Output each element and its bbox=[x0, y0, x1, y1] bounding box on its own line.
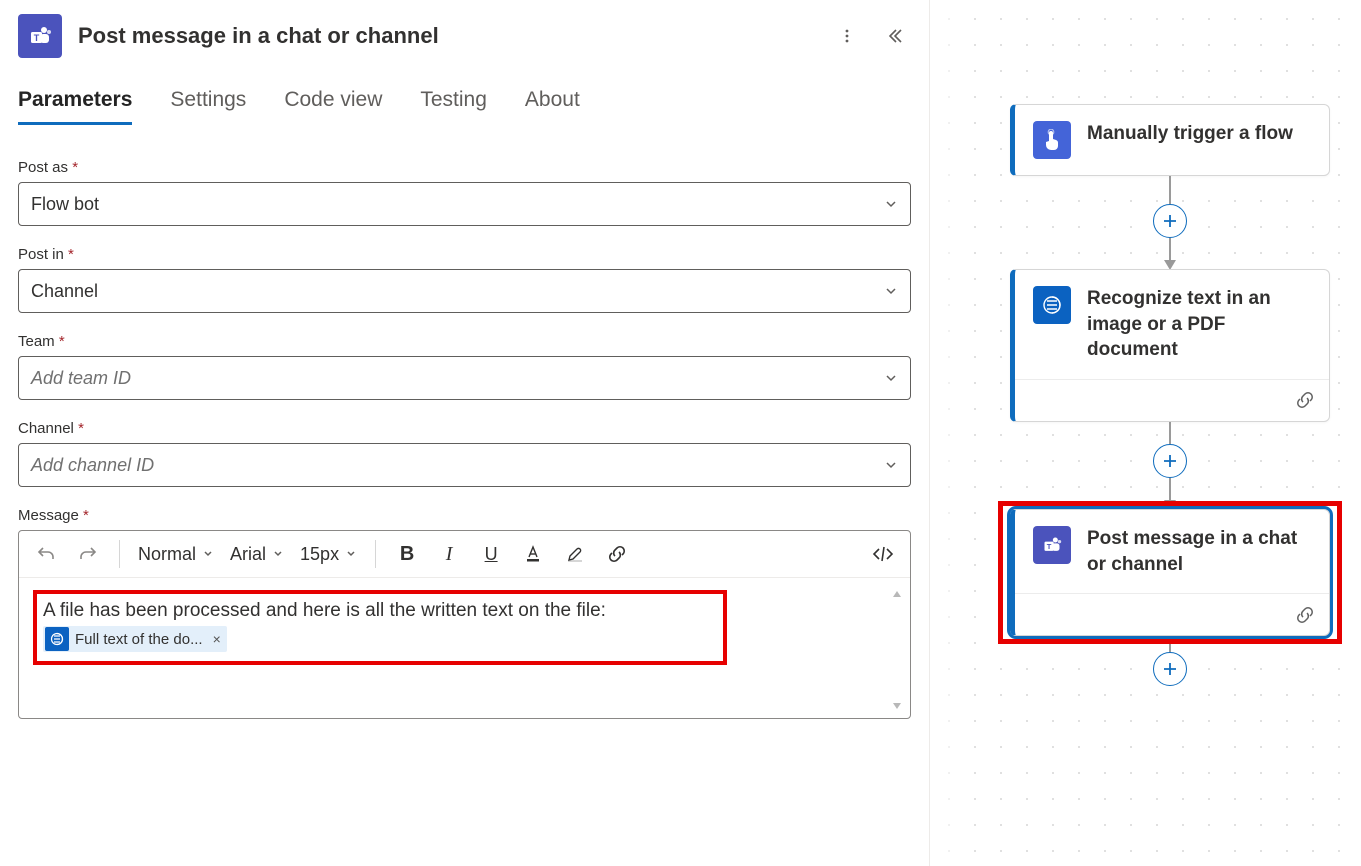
select-value: Flow bot bbox=[31, 194, 99, 215]
panel-header: T Post message in a chat or channel bbox=[18, 14, 911, 58]
code-view-button[interactable] bbox=[866, 537, 900, 571]
tab-code-view[interactable]: Code view bbox=[284, 88, 382, 125]
tab-about[interactable]: About bbox=[525, 88, 580, 125]
format-dropdown[interactable]: Normal bbox=[134, 540, 218, 569]
teams-icon: T bbox=[18, 14, 62, 58]
field-label: Channel * bbox=[18, 420, 911, 437]
field-team: Team * Add team ID bbox=[18, 333, 911, 400]
post-as-select[interactable]: Flow bot bbox=[18, 182, 911, 226]
select-placeholder: Add channel ID bbox=[31, 455, 154, 476]
underline-button[interactable]: U bbox=[474, 537, 508, 571]
post-in-select[interactable]: Channel bbox=[18, 269, 911, 313]
field-label: Team * bbox=[18, 333, 911, 350]
editor-text: A file has been processed and here is al… bbox=[43, 600, 717, 622]
scrollbar[interactable] bbox=[890, 588, 904, 712]
field-label: Message * bbox=[18, 507, 911, 524]
select-placeholder: Add team ID bbox=[31, 368, 131, 389]
add-step-button[interactable] bbox=[1153, 204, 1187, 238]
flow-column: Manually trigger a flow Recognize text i… bbox=[1010, 104, 1330, 686]
font-color-button[interactable] bbox=[516, 537, 550, 571]
dynamic-content-token[interactable]: Full text of the do... × bbox=[43, 626, 227, 652]
config-tabs: Parameters Settings Code view Testing Ab… bbox=[18, 88, 911, 125]
add-step-button[interactable] bbox=[1153, 652, 1187, 686]
node-title: Recognize text in an image or a PDF docu… bbox=[1087, 286, 1311, 363]
link-button[interactable] bbox=[600, 537, 634, 571]
add-step-button[interactable] bbox=[1153, 444, 1187, 478]
link-icon bbox=[1295, 605, 1315, 625]
redo-button[interactable] bbox=[71, 537, 105, 571]
tab-settings[interactable]: Settings bbox=[170, 88, 246, 125]
undo-button[interactable] bbox=[29, 537, 63, 571]
channel-select[interactable]: Add channel ID bbox=[18, 443, 911, 487]
collapse-panel-button[interactable] bbox=[879, 20, 911, 52]
ai-icon bbox=[45, 627, 69, 651]
link-icon bbox=[1295, 390, 1315, 410]
field-message: Message * Normal Arial 15px B I U bbox=[18, 507, 911, 719]
tap-icon bbox=[1033, 121, 1071, 159]
ai-icon bbox=[1033, 286, 1071, 324]
editor-toolbar: Normal Arial 15px B I U bbox=[19, 531, 910, 578]
field-channel: Channel * Add channel ID bbox=[18, 420, 911, 487]
italic-button[interactable]: I bbox=[432, 537, 466, 571]
more-menu-button[interactable] bbox=[831, 20, 863, 52]
field-label: Post in * bbox=[18, 246, 911, 263]
size-dropdown[interactable]: 15px bbox=[296, 540, 361, 569]
token-remove[interactable]: × bbox=[213, 631, 221, 647]
panel-title: Post message in a chat or channel bbox=[78, 23, 815, 49]
highlight-button[interactable] bbox=[558, 537, 592, 571]
chevron-down-icon bbox=[884, 284, 898, 298]
font-dropdown[interactable]: Arial bbox=[226, 540, 288, 569]
bold-button[interactable]: B bbox=[390, 537, 424, 571]
node-title: Post message in a chat or channel bbox=[1087, 526, 1311, 577]
flow-node-post-message[interactable]: T Post message in a chat or channel bbox=[1010, 509, 1330, 636]
flow-canvas[interactable]: Manually trigger a flow Recognize text i… bbox=[930, 0, 1361, 866]
field-label: Post as * bbox=[18, 159, 911, 176]
flow-node-trigger[interactable]: Manually trigger a flow bbox=[1010, 104, 1330, 176]
node-title: Manually trigger a flow bbox=[1087, 121, 1293, 159]
teams-icon: T bbox=[1033, 526, 1071, 564]
highlighted-content: A file has been processed and here is al… bbox=[33, 590, 727, 665]
action-config-panel: T Post message in a chat or channel Para… bbox=[0, 0, 930, 866]
editor-body[interactable]: A file has been processed and here is al… bbox=[19, 578, 910, 718]
rich-text-editor: Normal Arial 15px B I U A file has been … bbox=[18, 530, 911, 719]
tab-parameters[interactable]: Parameters bbox=[18, 88, 132, 125]
toolbar-separator bbox=[375, 540, 376, 568]
chevron-down-icon bbox=[884, 371, 898, 385]
team-select[interactable]: Add team ID bbox=[18, 356, 911, 400]
node-footer bbox=[1015, 593, 1329, 635]
toolbar-separator bbox=[119, 540, 120, 568]
chevron-down-icon bbox=[884, 197, 898, 211]
svg-text:T: T bbox=[34, 33, 40, 43]
node-footer bbox=[1015, 379, 1329, 421]
token-label: Full text of the do... bbox=[75, 631, 203, 648]
tab-testing[interactable]: Testing bbox=[420, 88, 487, 125]
chevron-down-icon bbox=[884, 458, 898, 472]
select-value: Channel bbox=[31, 281, 98, 302]
svg-text:T: T bbox=[1047, 542, 1052, 551]
field-post-as: Post as * Flow bot bbox=[18, 159, 911, 226]
field-post-in: Post in * Channel bbox=[18, 246, 911, 313]
flow-node-recognize-text[interactable]: Recognize text in an image or a PDF docu… bbox=[1010, 269, 1330, 422]
